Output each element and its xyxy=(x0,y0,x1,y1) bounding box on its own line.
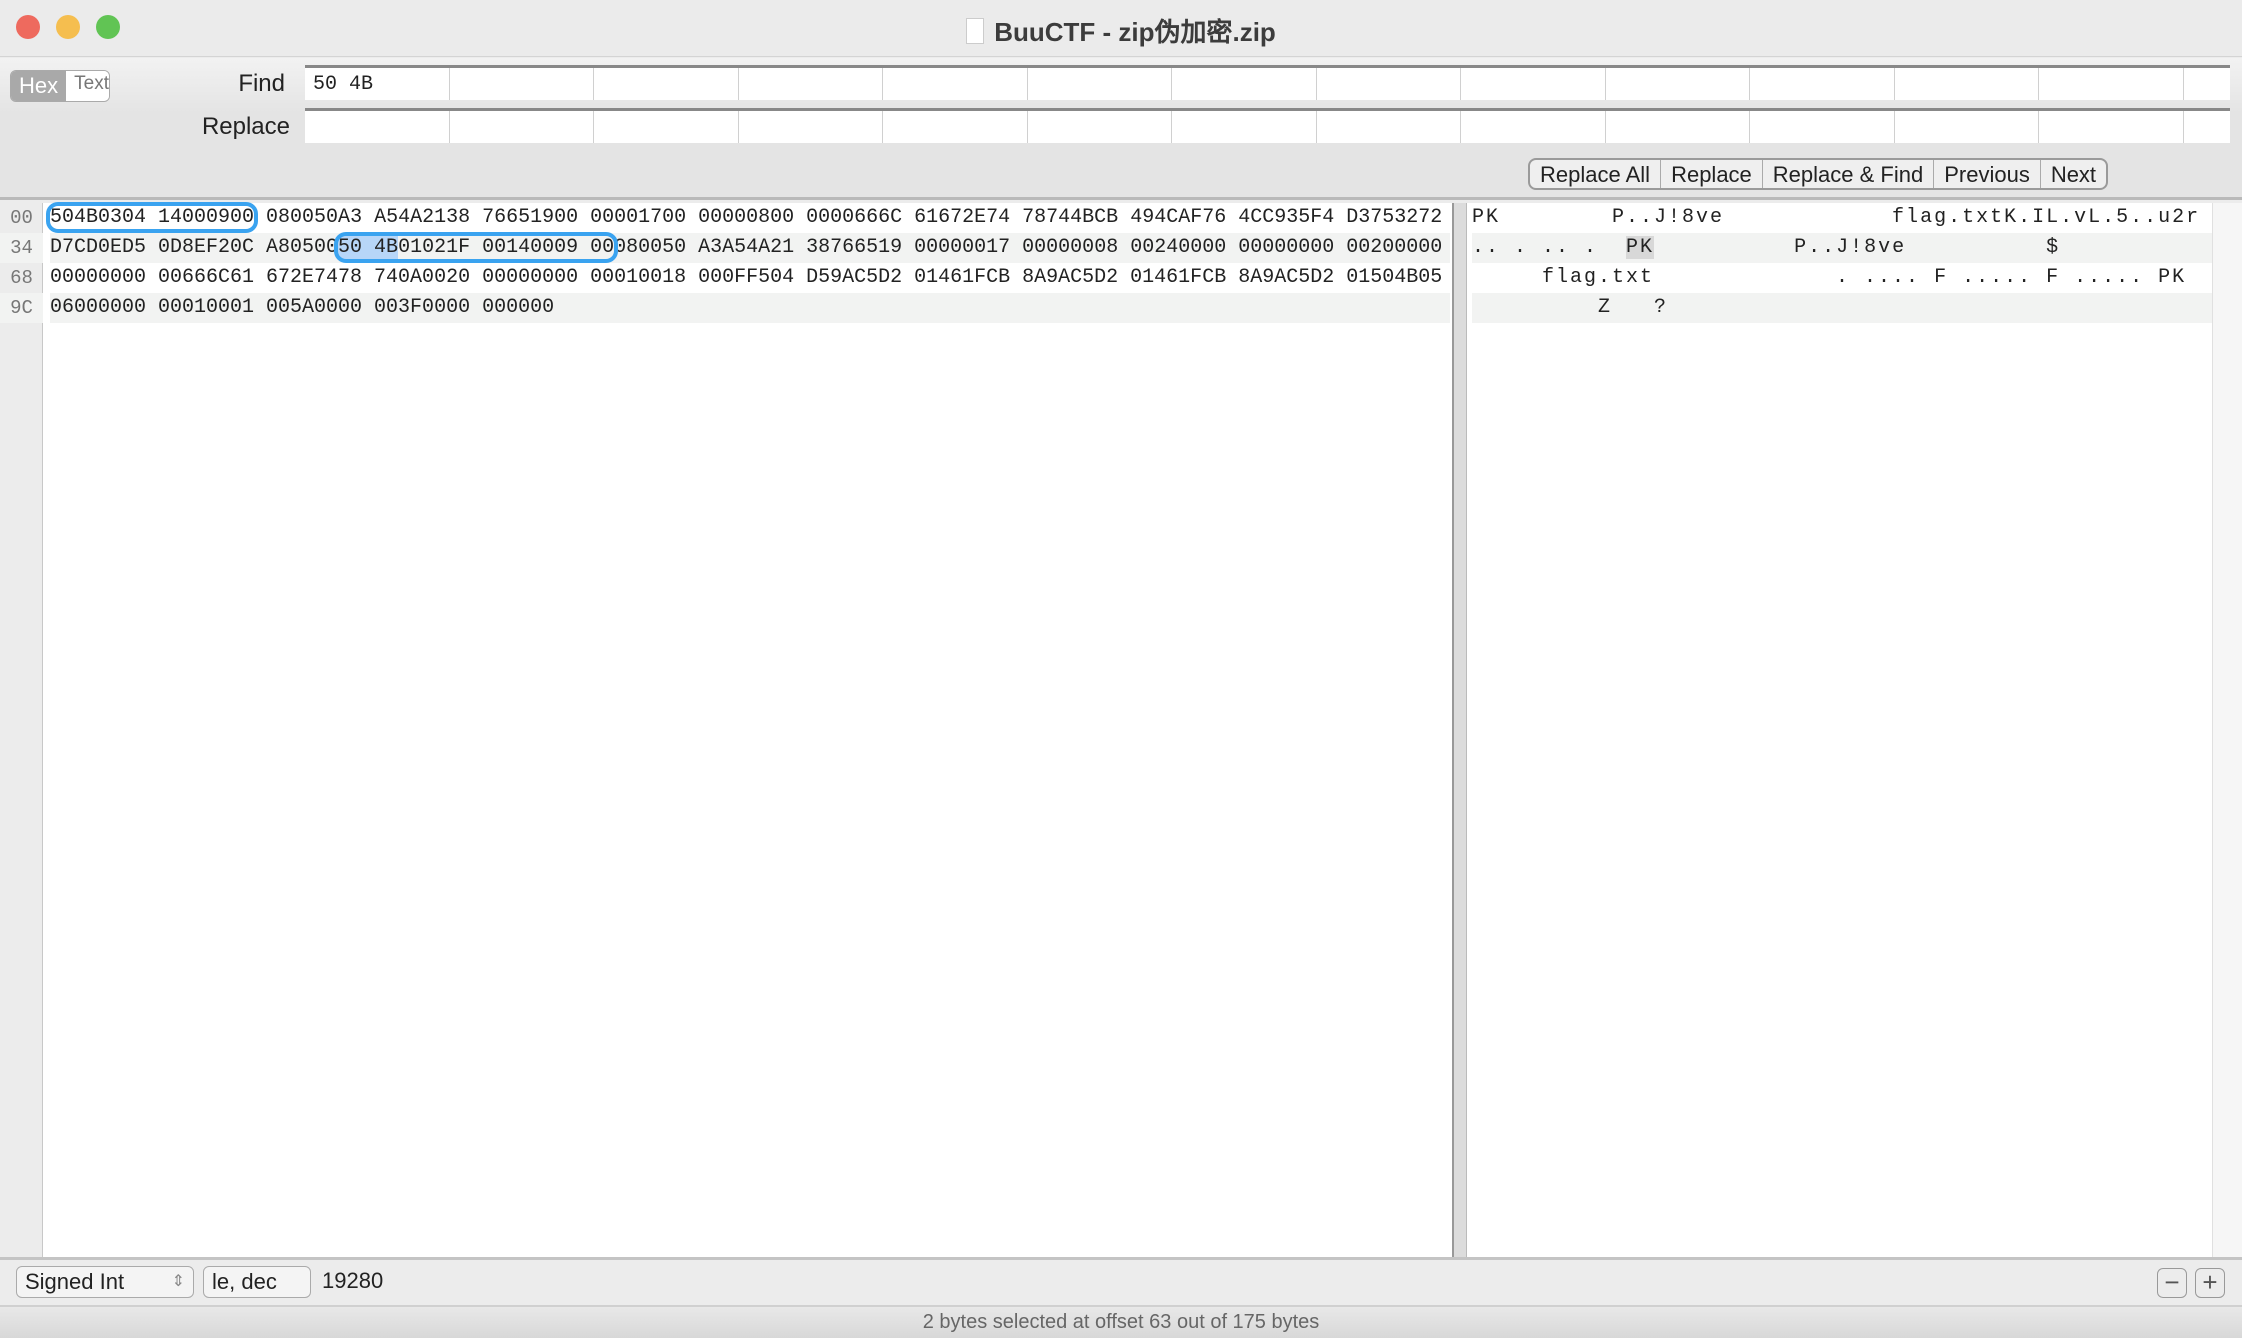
replace-button[interactable]: Replace xyxy=(1661,160,1763,188)
hex-bytes[interactable]: 06000000 00010001 005A0000 003F0000 0000… xyxy=(50,296,554,319)
text-bytes[interactable]: PK P..J!8ve flag.txtK.IL.vL.5..u2r xyxy=(1472,206,2200,229)
find-label: Find xyxy=(238,70,285,97)
row-offset: 00 xyxy=(10,207,33,229)
text-bytes[interactable]: P..J!8ve $ xyxy=(1654,236,2060,259)
hex-row[interactable]: D7CD0ED5 0D8EF20C A8050050 4B01021F 0014… xyxy=(50,232,1450,263)
hex-bytes[interactable]: 01021F 00140009 00 xyxy=(398,236,614,259)
replace-all-button[interactable]: Replace All xyxy=(1530,160,1662,188)
pane-divider[interactable] xyxy=(1452,203,1467,1257)
next-button[interactable]: Next xyxy=(2041,160,2106,188)
window-title: BuuCTF - zip伪加密.zip xyxy=(0,12,2242,49)
row-offset: 34 xyxy=(0,233,43,263)
selected-text[interactable]: PK xyxy=(1626,236,1655,259)
replace-input-value[interactable] xyxy=(305,111,450,143)
hex-bytes[interactable]: D7CD0ED5 0D8EF20C A80500 xyxy=(50,236,338,259)
text-bytes[interactable]: .. . .. . xyxy=(1472,236,1626,259)
hex-row[interactable]: 504B0304 14000900 080050A3 A54A2138 7665… xyxy=(45,202,1450,233)
find-replace-toolbar: Hex Text Find 50 4B Replace Replace All … xyxy=(0,58,2242,200)
search-match[interactable]: 504B0304 14000900 xyxy=(45,202,259,233)
format-select[interactable]: le, dec xyxy=(203,1266,311,1298)
mode-segmented-control: Hex Text xyxy=(10,70,111,102)
replace-and-find-button[interactable]: Replace & Find xyxy=(1763,160,1935,188)
inspector-bar: Signed Int ⇕ le, dec 19280 − + xyxy=(0,1257,2242,1305)
type-select-value: Signed Int xyxy=(25,1269,125,1294)
replace-label: Replace xyxy=(201,113,290,140)
chevron-updown-icon: ⇕ xyxy=(171,1273,185,1290)
text-row[interactable]: PK P..J!8ve flag.txtK.IL.vL.5..u2r xyxy=(1472,203,2212,233)
hex-row[interactable]: 00000000 00666C61 672E7478 740A0020 0000… xyxy=(50,263,1450,293)
hex-bytes[interactable]: 080050A3 A54A2138 76651900 00001700 0000… xyxy=(254,206,1442,229)
find-input[interactable]: 50 4B xyxy=(305,65,2230,100)
plus-icon[interactable]: + xyxy=(2195,1268,2225,1298)
mode-hex-button[interactable]: Hex xyxy=(11,71,67,101)
window-title-text: BuuCTF - zip伪加密.zip xyxy=(994,17,1276,47)
selected-bytes[interactable]: 50 4B xyxy=(338,236,399,259)
title-bar: BuuCTF - zip伪加密.zip xyxy=(0,0,2242,57)
row-offset: 9C xyxy=(0,293,43,323)
text-row[interactable]: flag.txt . .... F ..... F ..... PK xyxy=(1472,263,2212,293)
row-offset: 68 xyxy=(10,267,33,289)
find-input-value[interactable]: 50 4B xyxy=(305,68,450,100)
text-bytes[interactable]: Z ? xyxy=(1472,296,1668,319)
inspector-value: 19280 xyxy=(322,1268,384,1293)
document-icon xyxy=(966,18,985,44)
mode-text-button[interactable]: Text xyxy=(66,71,110,101)
replace-input[interactable] xyxy=(305,108,2230,143)
text-row[interactable]: .. . .. . PK P..J!8ve $ xyxy=(1472,233,2212,263)
previous-button[interactable]: Previous xyxy=(1934,160,2041,188)
vertical-scrollbar[interactable] xyxy=(2212,203,2242,1257)
type-select[interactable]: Signed Int ⇕ xyxy=(16,1266,194,1298)
hex-bytes[interactable]: 00000000 00666C61 672E7478 740A0020 0000… xyxy=(50,266,1442,289)
hex-row[interactable]: 06000000 00010001 005A0000 003F0000 0000… xyxy=(50,293,1450,323)
hex-editor[interactable]: 00 504B0304 14000900 080050A3 A54A2138 76… xyxy=(0,202,2242,1257)
text-bytes[interactable]: flag.txt . .... F ..... F ..... PK xyxy=(1472,266,2186,289)
find-buttons: Replace All Replace Replace & Find Previ… xyxy=(1528,158,2109,190)
hex-bytes[interactable]: 080050 A3A54A21 38766519 00000017 000000… xyxy=(614,236,1442,259)
status-bar: 2 bytes selected at offset 63 out of 175… xyxy=(0,1305,2242,1338)
search-match[interactable]: 50 4B01021F 00140009 00 xyxy=(334,232,619,263)
text-row[interactable]: Z ? xyxy=(1472,293,2212,323)
offset-gutter xyxy=(0,203,43,1257)
minus-icon[interactable]: − xyxy=(2157,1268,2187,1298)
